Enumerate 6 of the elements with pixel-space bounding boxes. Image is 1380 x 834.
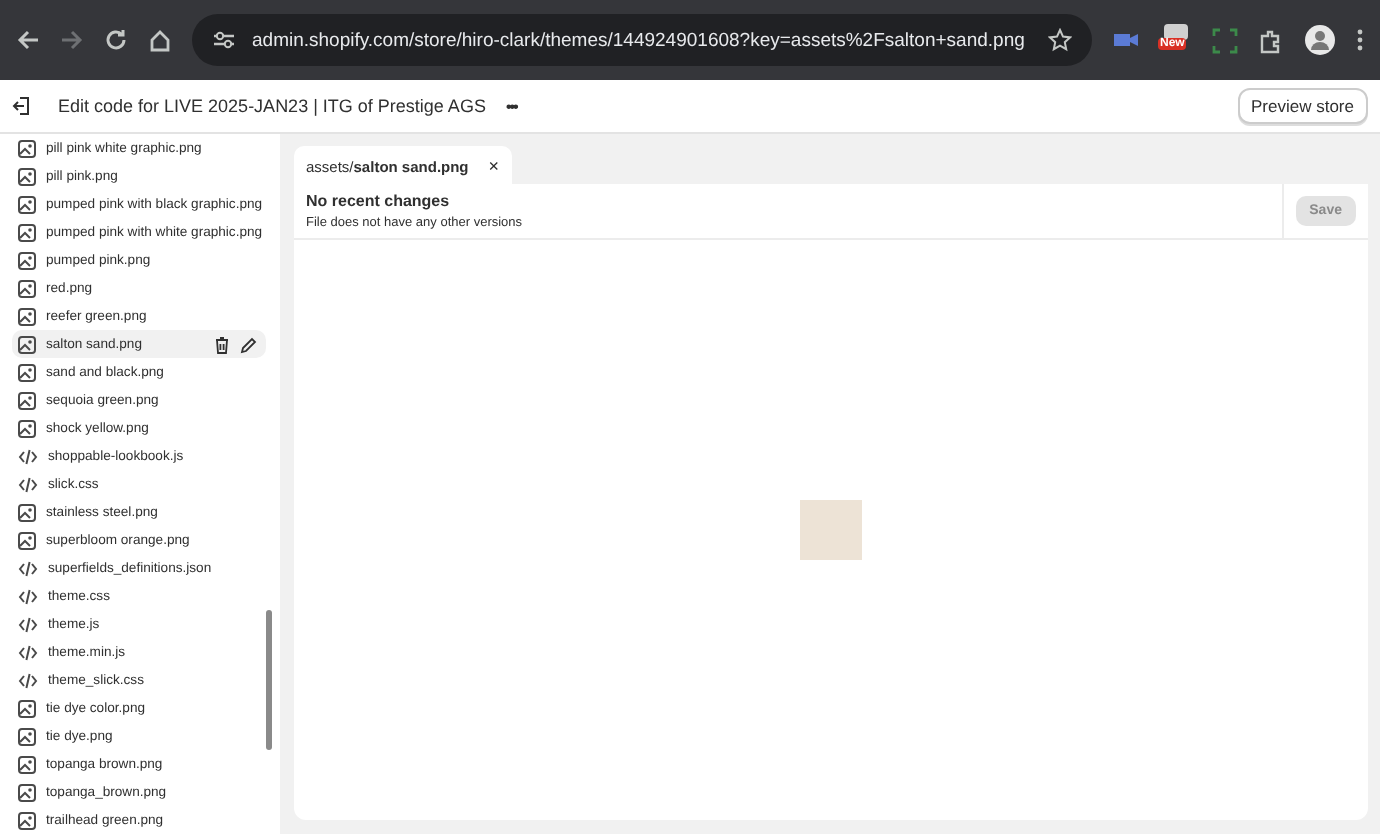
address-bar[interactable]: admin.shopify.com/store/hiro-clark/themes/144924901608?key=assets%2Fsalton+sand.png bbox=[192, 14, 1092, 66]
close-tab-button[interactable]: × bbox=[488, 156, 500, 176]
more-actions-button[interactable]: ••• bbox=[505, 97, 517, 115]
status-title: No recent changes bbox=[306, 192, 452, 210]
preview-store-button[interactable]: Preview store bbox=[1237, 88, 1368, 124]
page-title: Edit code for LIVE 2025-JAN23 | ITG of Prestige AGS bbox=[58, 96, 486, 116]
